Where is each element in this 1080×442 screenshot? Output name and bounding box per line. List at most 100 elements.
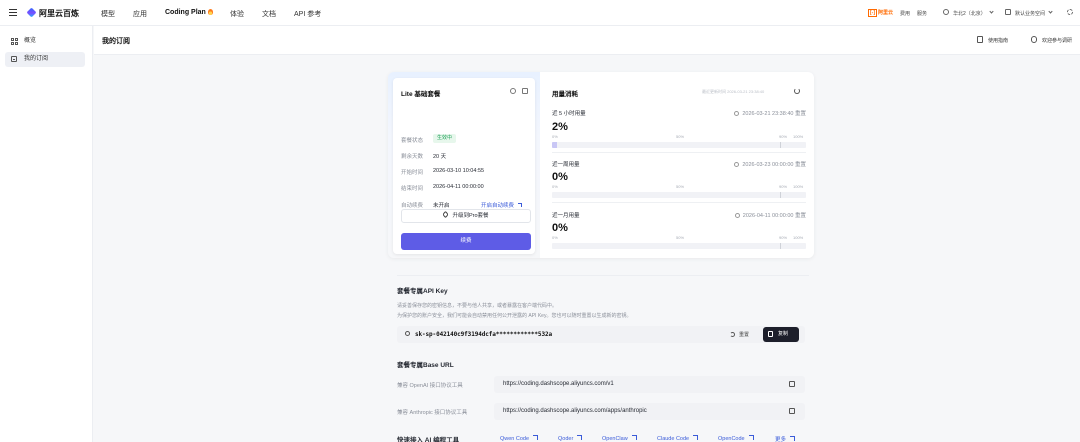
service-link[interactable]: 服务 [917, 10, 927, 17]
grid-icon [11, 38, 18, 45]
aliyun-logo-icon: [-] [868, 9, 877, 17]
copy-icon[interactable] [789, 381, 795, 387]
copy-icon [768, 331, 773, 337]
usage-month-reset: 2026-04-11 00:00:00 重置 [666, 211, 806, 219]
brand-name[interactable]: 阿里云百炼 [39, 8, 79, 19]
tick-50: 50% [676, 235, 685, 240]
flame-icon [207, 9, 213, 15]
billing-link[interactable]: 费用 [900, 10, 910, 17]
feedback-icon [1031, 36, 1037, 43]
auto-renew-label: 自动续费 [401, 203, 424, 209]
anthropic-url-field[interactable]: https://coding.dashscope.aliyuncs.com/ap… [494, 403, 805, 420]
usage-card: 用量消耗 最近更新时间 2026-03-21 23:38:40 近 5 小时用量… [540, 72, 814, 258]
usage-month-percent: 0% [552, 222, 568, 234]
tick-0: 0% [552, 134, 558, 139]
brand-logo-icon [26, 7, 37, 18]
divider [552, 202, 806, 203]
copy-key-label: 复制 [778, 331, 789, 337]
nav-coding-plan[interactable]: Coding Plan [165, 9, 213, 16]
sidebar-item-overview[interactable]: 概览 [5, 34, 85, 49]
status-badge: 生效中 [433, 134, 457, 143]
nav-coding-plan-label: Coding Plan [165, 9, 206, 16]
usage-updated-note: 最近更新时间 2026-03-21 23:38:40 [702, 89, 765, 94]
tool-claude-code[interactable]: Claude Code [657, 435, 698, 442]
copy-icon[interactable] [789, 408, 795, 414]
openai-url-value: https://coding.dashscope.aliyuncs.com/v1 [503, 381, 614, 387]
clock-icon [734, 111, 740, 116]
region-label: 华北2（北京） [953, 11, 986, 17]
page-title: 我的订阅 [102, 38, 130, 45]
usage-guide-link[interactable]: 使用指南 [988, 37, 1008, 44]
nav-docs[interactable]: 文档 [262, 9, 276, 19]
workspace-icon [1005, 9, 1011, 15]
usage-week-reset-label: 重置 [794, 162, 806, 168]
menu-icon[interactable] [9, 9, 17, 16]
usage-week-bar [552, 192, 806, 198]
refresh-icon[interactable] [794, 88, 800, 94]
survey-link[interactable]: 欢迎参与调研 [1042, 37, 1072, 44]
region-select[interactable]: 华北2（北京） [953, 9, 994, 17]
document-icon [11, 56, 17, 62]
tick-100: 100% [793, 235, 804, 240]
key-icon [405, 331, 410, 336]
workspace-label: 默认业务空间 [1015, 11, 1046, 17]
renew-button[interactable]: 续费 [401, 233, 531, 250]
plan-title: Lite 基础套餐 [401, 91, 441, 98]
tool-qwen-code[interactable]: Qwen Code [500, 435, 538, 442]
reset-key-label: 重置 [739, 332, 750, 338]
api-key-desc-2: 为保护您的账户安全，我们可能会自动禁用任何公开泄露的 API Key。您也可以随… [397, 313, 632, 319]
guide-icon [977, 36, 983, 43]
sidebar-item-my-subscription[interactable]: 我的订阅 [5, 52, 85, 67]
tick-100: 100% [793, 184, 804, 189]
openai-url-label: 兼容 OpenAI 接口协议工具 [397, 383, 463, 389]
clock-icon [734, 213, 740, 218]
nav-api-reference[interactable]: API 参考 [294, 9, 321, 19]
tick-90: 90% [779, 134, 788, 139]
details-icon[interactable] [522, 88, 528, 94]
auto-renew-value: 未开启 [433, 203, 450, 209]
usage-5h-name: 近 5 小时用量 [552, 111, 586, 117]
usage-month-bar [552, 243, 806, 249]
reset-key-button[interactable]: 重置 [730, 331, 749, 338]
nav-apps[interactable]: 应用 [133, 9, 147, 19]
usage-title: 用量消耗 [552, 91, 578, 98]
plan-status-label: 套餐状态 [401, 138, 424, 144]
tick-50: 50% [676, 134, 685, 139]
tool-more[interactable]: 更多 [775, 435, 795, 442]
aliyun-label: 阿里云 [878, 10, 894, 16]
external-link-icon [518, 203, 523, 207]
settings-gear-icon[interactable] [1067, 9, 1073, 15]
divider [552, 152, 806, 153]
api-key-title: 套餐专属API Key [397, 288, 448, 295]
clock-icon [734, 162, 740, 167]
usage-week-name: 近一周用量 [552, 162, 580, 168]
workspace-select[interactable]: 默认业务空间 [1015, 9, 1053, 17]
settings-icon[interactable] [510, 88, 516, 94]
tick-90: 90% [779, 235, 788, 240]
tick-100: 100% [793, 134, 804, 139]
chevron-down-icon [989, 9, 994, 14]
sidebar-item-label: 我的订阅 [24, 56, 49, 62]
usage-month-reset-label: 重置 [794, 213, 806, 219]
nav-experience[interactable]: 体验 [230, 9, 244, 19]
usage-5h-percent: 2% [552, 121, 568, 133]
tick-50: 50% [676, 184, 685, 189]
copy-key-button[interactable]: 复制 [763, 327, 799, 342]
aliyun-link[interactable]: [-] 阿里云 [868, 9, 894, 17]
enable-auto-renew-link[interactable]: 开启自动续费 [481, 201, 523, 209]
tick-0: 0% [552, 235, 558, 240]
tool-opencode[interactable]: OpenCode [718, 435, 754, 442]
openai-url-field[interactable]: https://coding.dashscope.aliyuncs.com/v1 [494, 376, 805, 393]
tool-qoder[interactable]: Qoder [558, 435, 582, 442]
api-key-field[interactable]: sk-sp-042140c9f3194dcfa************532a … [397, 326, 805, 343]
section-divider [397, 275, 809, 276]
usage-week-reset-time: 2026-03-23 00:00:00 [742, 162, 794, 168]
usage-month-name: 近一月用量 [552, 213, 580, 219]
upgrade-pro-button[interactable]: 升级到Pro套餐 [401, 209, 531, 223]
nav-models[interactable]: 模型 [101, 9, 115, 19]
usage-5h-reset: 2026-03-21 23:38:40 重置 [666, 109, 806, 117]
remaining-days-value: 20 天 [433, 154, 447, 160]
tool-openclaw[interactable]: OpenClaw [602, 435, 637, 442]
anthropic-url-label: 兼容 Anthropic 接口协议工具 [397, 410, 468, 416]
start-time-value: 2026-03-10 10:04:55 [433, 168, 485, 174]
